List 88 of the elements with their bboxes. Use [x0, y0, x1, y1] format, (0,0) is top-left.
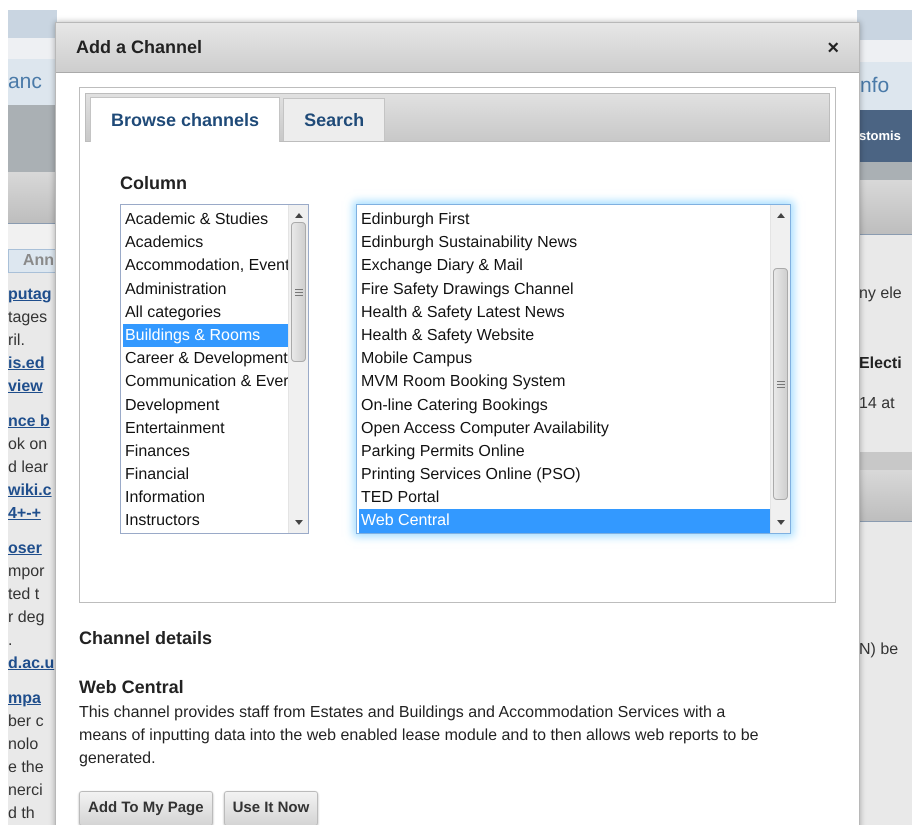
text-fragment: N) be — [859, 640, 898, 660]
list-option[interactable]: On-line Catering Bookings — [359, 394, 770, 417]
column-label: Column — [120, 173, 188, 193]
grip-icon — [776, 380, 784, 388]
section-header — [8, 172, 57, 224]
top-strip — [857, 40, 912, 62]
section-header — [857, 180, 912, 235]
nav-link[interactable]: nfo — [860, 70, 890, 102]
list-option[interactable]: Career & Development — [123, 347, 288, 370]
divider-strip — [857, 452, 912, 470]
list-option[interactable]: Edinburgh Sustainability News — [359, 231, 770, 254]
bar-text: stomis — [859, 127, 901, 146]
header-band — [857, 10, 912, 40]
dialog-title: Add a Channel — [76, 36, 202, 59]
list-option[interactable]: Exchange Diary & Mail — [359, 254, 770, 278]
text-fragment: r deg — [8, 608, 44, 628]
list-option[interactable]: Financial — [123, 463, 288, 486]
list-option[interactable]: TED Portal — [359, 486, 770, 510]
link-text[interactable]: view — [8, 374, 43, 398]
link-text[interactable]: mpa — [8, 686, 41, 710]
down-arrow-icon[interactable] — [294, 520, 302, 525]
down-arrow-icon[interactable] — [776, 520, 784, 525]
category-list[interactable] — [120, 204, 309, 534]
list-option[interactable]: Communication & Ever — [123, 370, 288, 394]
list-option[interactable]: Mobile Campus — [359, 347, 770, 370]
close-button[interactable]: × — [827, 38, 839, 58]
link-text[interactable]: nce b — [8, 410, 50, 433]
action-button[interactable]: Add To My Page — [79, 791, 213, 825]
link-text[interactable]: is.ed — [8, 352, 44, 375]
list-option[interactable]: Fire Safety Drawings Channel — [359, 278, 770, 301]
text-fragment: nerci — [8, 780, 43, 801]
scrollbar[interactable] — [288, 205, 308, 533]
text-fragment: e the — [8, 758, 44, 778]
text-fragment: 14 at — [859, 394, 895, 414]
text-fragment: . — [8, 630, 12, 651]
list-option[interactable]: Development — [123, 394, 288, 417]
section-heading: Channel details — [79, 627, 214, 650]
list-option[interactable]: All categories — [123, 300, 288, 324]
list-option[interactable]: Health & Safety Website — [359, 324, 770, 348]
list-option[interactable]: Open Access Computer Availability — [359, 416, 770, 440]
banner-bar — [8, 104, 57, 172]
list-option[interactable]: Parking Permits Online — [359, 440, 770, 464]
link-text[interactable]: putag — [8, 282, 52, 306]
gap-strip — [8, 224, 57, 249]
text-fragment: nolo — [8, 734, 38, 755]
list-option[interactable]: Printing Services Online (PSO) — [359, 463, 770, 486]
up-arrow-icon[interactable] — [776, 213, 784, 218]
channel-name: Web Central — [79, 676, 185, 699]
scroll-thumb[interactable] — [773, 268, 788, 500]
list-option[interactable]: Information — [123, 486, 288, 510]
channel-description: This channel provides staff from Estates and Buildings and Accommodation Services with a means of inputting data into the web enabled lease module and to then allows web reports to be generated. — [79, 703, 760, 769]
channel-list[interactable] — [356, 204, 791, 534]
tab[interactable]: Browse channels — [90, 97, 280, 142]
link-text[interactable]: 4+-+ — [8, 502, 41, 525]
link-text[interactable]: oser — [8, 536, 42, 560]
section-header — [857, 470, 912, 522]
up-arrow-icon[interactable] — [294, 213, 302, 218]
text-fragment: ted t — [8, 584, 40, 605]
text-fragment: ril. — [8, 330, 25, 351]
text-fragment: d lear — [8, 458, 48, 478]
list-option[interactable]: Administration — [123, 278, 288, 301]
text-fragment: tages — [8, 308, 48, 328]
text-fragment: mpor — [8, 562, 44, 582]
top-strip — [8, 38, 57, 60]
list-option[interactable]: Accommodation, Event — [123, 254, 288, 278]
list-option[interactable]: Entertainment — [123, 416, 288, 440]
text-fragment: ok on — [8, 434, 48, 455]
link-text[interactable]: wiki.c — [8, 478, 52, 502]
list-option[interactable]: Edinburgh First — [359, 208, 770, 232]
grip-icon — [294, 288, 302, 296]
list-option[interactable]: Finances — [123, 440, 288, 464]
list-option[interactable]: MVM Room Booking System — [359, 370, 770, 394]
list-option[interactable]: Academic & Studies — [123, 208, 288, 232]
text-fragment: ny ele — [859, 284, 902, 304]
action-button[interactable]: Use It Now — [224, 791, 318, 825]
link-text[interactable]: d.ac.u — [8, 652, 54, 675]
text-fragment: Electi — [859, 354, 902, 374]
list-option[interactable]: Academics — [123, 231, 288, 254]
nav-link[interactable]: anc — [8, 66, 42, 98]
scrollbar[interactable] — [770, 205, 790, 533]
text-fragment: ber c — [8, 712, 44, 732]
list-option[interactable]: Instructors — [123, 509, 288, 533]
banner-bar-bottom — [857, 162, 912, 180]
list-option[interactable]: Health & Safety Latest News — [359, 300, 770, 324]
text-fragment: d th — [8, 804, 35, 824]
tab[interactable]: Search — [283, 98, 386, 141]
scroll-thumb[interactable] — [291, 222, 306, 362]
header-band — [8, 10, 57, 38]
